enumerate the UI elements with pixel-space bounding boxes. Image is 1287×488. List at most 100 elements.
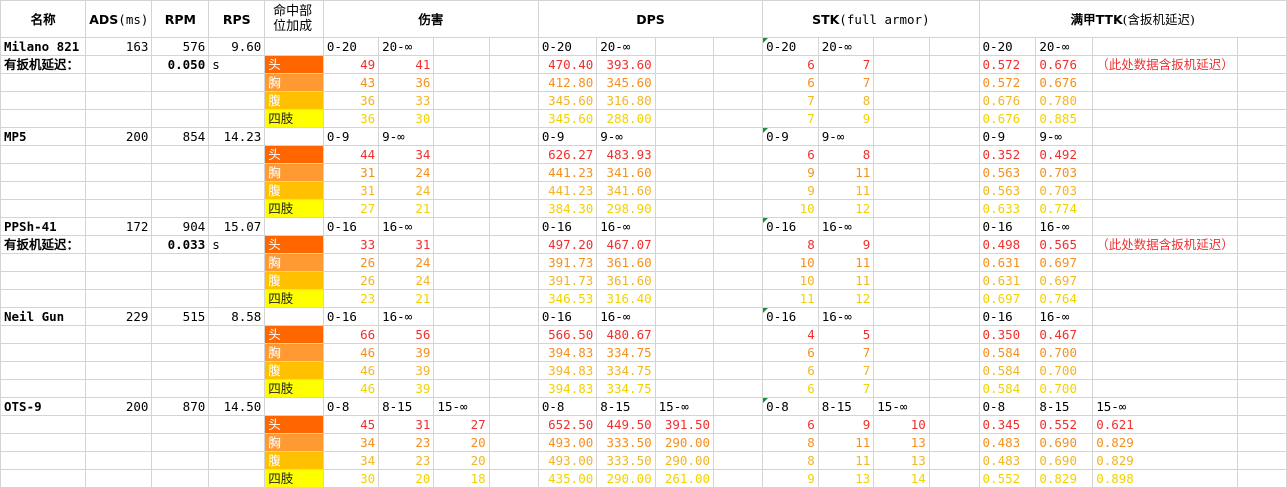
dps-belly-value[interactable]: 394.83: [537, 361, 598, 380]
ttk-head-value[interactable]: [1092, 145, 1238, 164]
empty-cell[interactable]: [208, 289, 266, 308]
weapon-rps[interactable]: 15.07: [208, 217, 266, 236]
stk-range-label[interactable]: 0-9: [762, 127, 819, 146]
empty-cell[interactable]: [208, 181, 266, 200]
damage-limb-value[interactable]: 20: [378, 469, 435, 488]
body-part-head[interactable]: 头: [264, 145, 324, 164]
damage-chest-value[interactable]: [488, 433, 539, 452]
body-part-chest[interactable]: 胸: [264, 253, 324, 272]
dps-chest-value[interactable]: [713, 433, 764, 452]
dps-head-value[interactable]: [654, 145, 715, 164]
damage-limb-value[interactable]: [488, 469, 539, 488]
dps-belly-value[interactable]: 333.50: [596, 451, 656, 470]
stk-belly-value[interactable]: [928, 361, 980, 380]
damage-head-value[interactable]: [488, 325, 539, 344]
dps-limb-value[interactable]: [654, 109, 715, 128]
ttk-head-value[interactable]: [1236, 235, 1287, 254]
ttk-belly-value[interactable]: [1236, 181, 1287, 200]
ttk-head-value[interactable]: 0.345: [978, 415, 1037, 434]
dps-head-value[interactable]: [713, 235, 764, 254]
stk-limb-value[interactable]: 6: [762, 379, 819, 398]
dps-belly-value[interactable]: 345.60: [537, 91, 598, 110]
damage-belly-value[interactable]: [488, 181, 539, 200]
ttk-limb-value[interactable]: 0.774: [1035, 199, 1094, 218]
empty-cell[interactable]: [0, 361, 87, 380]
stk-range-label[interactable]: 0-16: [762, 217, 819, 236]
dps-chest-value[interactable]: [654, 253, 715, 272]
dps-head-value[interactable]: [713, 415, 764, 434]
empty-cell[interactable]: [151, 451, 210, 470]
ttk-range-label[interactable]: 15-∞: [1092, 397, 1238, 416]
ttk-range-label[interactable]: 0-16: [978, 217, 1037, 236]
stk-belly-value[interactable]: 7: [762, 91, 819, 110]
stk-chest-value[interactable]: [928, 343, 980, 362]
stk-chest-value[interactable]: 11: [817, 433, 875, 452]
damage-head-value[interactable]: [433, 145, 490, 164]
ttk-chest-value[interactable]: 0.584: [978, 343, 1037, 362]
dps-belly-value[interactable]: 493.00: [537, 451, 598, 470]
stk-belly-value[interactable]: 11: [817, 271, 875, 290]
stk-limb-value[interactable]: [928, 469, 980, 488]
stk-head-value[interactable]: 10: [873, 415, 930, 434]
ttk-limb-value[interactable]: 0.885: [1035, 109, 1094, 128]
damage-head-value[interactable]: 34: [378, 145, 435, 164]
empty-cell[interactable]: [0, 271, 87, 290]
weapon-rps[interactable]: 14.50: [208, 397, 266, 416]
empty-cell[interactable]: [85, 451, 153, 470]
ttk-chest-value[interactable]: 0.483: [978, 433, 1037, 452]
damage-chest-value[interactable]: 43: [322, 73, 380, 92]
stk-head-value[interactable]: [873, 55, 930, 74]
damage-range-label[interactable]: 0-16: [322, 217, 380, 236]
dps-head-value[interactable]: 449.50: [596, 415, 656, 434]
dps-head-value[interactable]: 483.93: [596, 145, 656, 164]
damage-head-value[interactable]: 45: [322, 415, 380, 434]
empty-cell[interactable]: [151, 469, 210, 488]
dps-head-value[interactable]: [654, 325, 715, 344]
ttk-range-label[interactable]: 0-8: [978, 397, 1037, 416]
weapon-name[interactable]: OTS-9: [0, 397, 87, 416]
dps-head-value[interactable]: [713, 55, 764, 74]
empty-cell[interactable]: [0, 199, 87, 218]
damage-range-label[interactable]: 0-16: [322, 307, 380, 326]
damage-chest-value[interactable]: [488, 163, 539, 182]
damage-belly-value[interactable]: 20: [433, 451, 490, 470]
empty-cell[interactable]: [0, 289, 87, 308]
body-part-head[interactable]: 头: [264, 415, 324, 434]
ttk-belly-value[interactable]: 0.584: [978, 361, 1037, 380]
stk-range-label[interactable]: [873, 307, 930, 326]
stk-limb-value[interactable]: 11: [762, 289, 819, 308]
ttk-belly-value[interactable]: [1236, 451, 1287, 470]
stk-chest-value[interactable]: 9: [762, 163, 819, 182]
dps-limb-value[interactable]: 290.00: [596, 469, 656, 488]
ttk-head-value[interactable]: 0.572: [978, 55, 1037, 74]
stk-range-label[interactable]: 16-∞: [817, 307, 875, 326]
ttk-head-value[interactable]: [1236, 415, 1287, 434]
ttk-chest-value[interactable]: 0.563: [978, 163, 1037, 182]
stk-belly-value[interactable]: 8: [817, 91, 875, 110]
dps-belly-value[interactable]: 316.80: [596, 91, 656, 110]
ttk-limb-value[interactable]: [1092, 109, 1238, 128]
ttk-head-value[interactable]: 0.676: [1035, 55, 1094, 74]
dps-chest-value[interactable]: [713, 73, 764, 92]
empty-cell[interactable]: [208, 271, 266, 290]
stk-head-value[interactable]: 8: [817, 145, 875, 164]
dps-belly-value[interactable]: [654, 181, 715, 200]
damage-range-label[interactable]: [433, 37, 490, 56]
stk-head-value[interactable]: [928, 325, 980, 344]
stk-limb-value[interactable]: 12: [817, 199, 875, 218]
dps-belly-value[interactable]: [654, 271, 715, 290]
header-ads-cell[interactable]: ADS(ms): [85, 0, 153, 38]
damage-head-value[interactable]: 44: [322, 145, 380, 164]
stk-range-label[interactable]: [873, 127, 930, 146]
stk-limb-value[interactable]: 7: [762, 109, 819, 128]
body-part-belly[interactable]: 腹: [264, 271, 324, 290]
dps-belly-value[interactable]: [713, 451, 764, 470]
ttk-chest-value[interactable]: 0.676: [1035, 73, 1094, 92]
empty-cell[interactable]: [208, 325, 266, 344]
stk-range-label[interactable]: [928, 127, 980, 146]
damage-range-label[interactable]: 15-∞: [433, 397, 490, 416]
header-dps-cell[interactable]: DPS: [537, 0, 764, 38]
empty-cell[interactable]: [0, 379, 87, 398]
stk-head-value[interactable]: 6: [762, 145, 819, 164]
damage-limb-value[interactable]: 46: [322, 379, 380, 398]
